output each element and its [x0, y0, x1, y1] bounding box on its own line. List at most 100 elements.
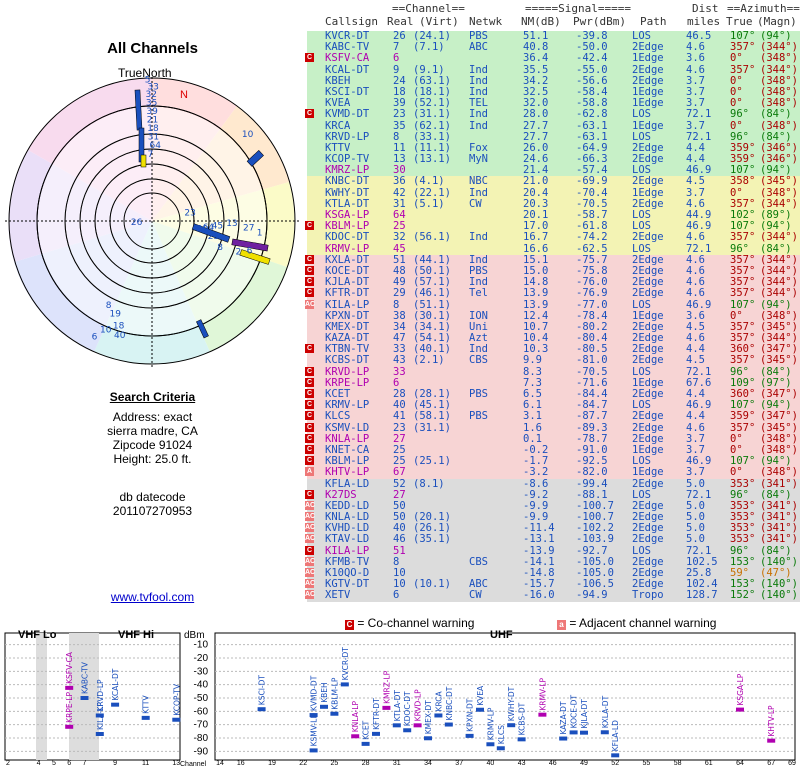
cell-cs[interactable]: KFLA-LD — [325, 478, 369, 490]
signal-bar[interactable] — [320, 704, 328, 709]
cell-nm: 13.9 — [523, 298, 549, 311]
signal-bar[interactable] — [80, 696, 89, 700]
cell-cs[interactable]: KRMV-LP — [325, 243, 369, 255]
cell-nm: 36.4 — [523, 52, 549, 65]
x-tick-label: 14 — [216, 760, 224, 767]
table-row: KRVD-LP 8 (33.1) 27.7 -63.1 LOS 72.1 96° (84°) — [307, 131, 800, 143]
signal-bar[interactable] — [569, 730, 578, 735]
signal-bar[interactable] — [111, 702, 120, 707]
cell-mg: (345°) — [760, 354, 798, 367]
signal-bar[interactable] — [600, 730, 609, 735]
cell-cs[interactable]: KRVD-LP — [325, 366, 369, 378]
criteria-height: Height: 25.0 ft. — [113, 452, 192, 466]
cell-cs[interactable]: KCAL-DT — [325, 64, 369, 76]
cell-pwr: -70.4 — [576, 186, 608, 199]
cell-cs[interactable]: KILA-LP — [325, 299, 369, 311]
signal-bar[interactable] — [257, 707, 266, 712]
cell-tr: 0° — [730, 466, 743, 479]
cell-cs[interactable]: XETV — [325, 590, 350, 601]
polar-channel-label: 40 — [114, 331, 126, 341]
cell-net: ABC — [469, 41, 488, 54]
signal-bar[interactable] — [736, 707, 744, 712]
bar-label: KXLA-DT — [601, 695, 610, 728]
warning-badge: C — [305, 265, 314, 275]
bar-label: KVEA — [476, 685, 485, 706]
cell-cs[interactable]: KTAV-LD — [325, 534, 369, 545]
cell-cs[interactable]: KRCA — [325, 120, 350, 132]
cell-pwr: -76.9 — [576, 287, 608, 300]
bar-label: KVCR-DT — [341, 647, 350, 681]
signal-bar[interactable] — [382, 705, 391, 710]
signal-bar[interactable] — [424, 736, 432, 741]
cell-net: PBS — [469, 388, 488, 400]
signal-bar[interactable] — [538, 712, 547, 717]
cell-cs[interactable]: KLCS — [325, 411, 350, 422]
cell-cs[interactable]: KWHY-DT — [325, 187, 369, 199]
signal-bar[interactable] — [330, 711, 339, 716]
warning-badge: C — [305, 400, 314, 410]
signal-bar[interactable] — [361, 741, 370, 746]
y-tick-label: -60 — [194, 706, 209, 717]
warning-badge: C — [305, 377, 314, 387]
cell-tr: 107° — [730, 298, 756, 311]
signal-bar[interactable] — [309, 713, 318, 718]
signal-bar[interactable] — [351, 734, 360, 739]
signal-bar[interactable] — [413, 723, 422, 728]
cell-cs[interactable]: KSFV-CA — [325, 53, 369, 64]
signal-bar[interactable] — [465, 733, 474, 738]
cell-cs[interactable]: KNBC-DT — [325, 176, 369, 187]
signal-bar[interactable] — [496, 746, 505, 751]
signal-bar[interactable] — [95, 732, 104, 736]
cell-cs[interactable]: KILA-LP — [325, 545, 369, 557]
signal-bar[interactable] — [372, 731, 380, 736]
cell-path: 1Edge — [632, 52, 664, 65]
cell-cs[interactable]: KDOC-DT — [325, 232, 369, 243]
cell-cs[interactable]: KSMV-LD — [325, 422, 369, 434]
cell-pwr: -87.7 — [576, 410, 608, 423]
signal-bar[interactable] — [403, 728, 412, 733]
table-row: AC KEDD-LD 50 -9.9 -100.7 2Edge 5.0 353° (341°) — [305, 500, 800, 513]
cell-tr: 96° — [730, 108, 749, 121]
cell-cs[interactable]: KCBS-DT — [325, 355, 369, 366]
signal-bar[interactable] — [340, 682, 349, 687]
cell-path: 2Edge — [632, 533, 664, 546]
signal-bar[interactable] — [559, 736, 568, 741]
cell-real: 23 — [393, 108, 406, 121]
cell-nm: 28.0 — [523, 108, 549, 121]
bar-label: KJLA-DT — [580, 699, 589, 729]
signal-bar[interactable] — [517, 737, 526, 742]
signal-bar[interactable] — [309, 748, 318, 753]
signal-bar[interactable] — [65, 685, 74, 690]
cell-cs[interactable]: KHTV-LP — [325, 467, 369, 478]
cell-nm: 21.0 — [523, 175, 549, 188]
signal-bar[interactable] — [507, 723, 516, 728]
vhf-hi-label: VHF Hi — [118, 629, 154, 641]
signal-bar[interactable] — [611, 753, 620, 758]
cell-virt: (4.1) — [413, 175, 445, 188]
tvfool-link[interactable]: www.tvfool.com — [0, 590, 305, 604]
cell-virt: (31.1) — [413, 421, 451, 434]
signal-bar[interactable] — [444, 722, 453, 727]
signal-bar[interactable] — [392, 723, 401, 728]
signal-bar[interactable] — [486, 742, 495, 747]
x-tick-label: 37 — [455, 760, 463, 767]
cell-nm: 20.4 — [523, 186, 549, 199]
table-row: KSCI-DT 18 (18.1) Ind 32.5 -58.4 1Edge 3.7 0° (34… — [307, 86, 800, 99]
signal-bar[interactable] — [141, 715, 150, 720]
cell-cs[interactable]: KFTR-DT — [325, 288, 369, 299]
signal-bar[interactable] — [476, 707, 484, 712]
table-row: KFLA-LD 52 (8.1) -8.6 -99.4 2Edge 5.0 353° (341°… — [307, 478, 800, 490]
north-marker: N — [180, 89, 188, 101]
page-title: All Channels — [107, 40, 198, 57]
cell-dist: 72.1 — [686, 242, 712, 255]
signal-bar[interactable] — [172, 717, 181, 722]
signal-bar[interactable] — [767, 738, 776, 743]
x-tick-label: 40 — [487, 760, 495, 767]
signal-bar[interactable] — [65, 724, 74, 729]
cell-cs[interactable]: KVMD-DT — [325, 109, 369, 120]
table-row: C KNET-CA 25 -0.2 -91.0 1Edge 3.7 0° (348°) — [305, 444, 800, 457]
signal-bar[interactable] — [580, 730, 588, 735]
bar-label: KILA-LP — [96, 702, 105, 730]
table-row: KBEH 24 (63.1) Ind 34.2 -56.6 2Edge 3.7 0° (348°) — [307, 75, 800, 87]
signal-bar[interactable] — [434, 713, 443, 718]
